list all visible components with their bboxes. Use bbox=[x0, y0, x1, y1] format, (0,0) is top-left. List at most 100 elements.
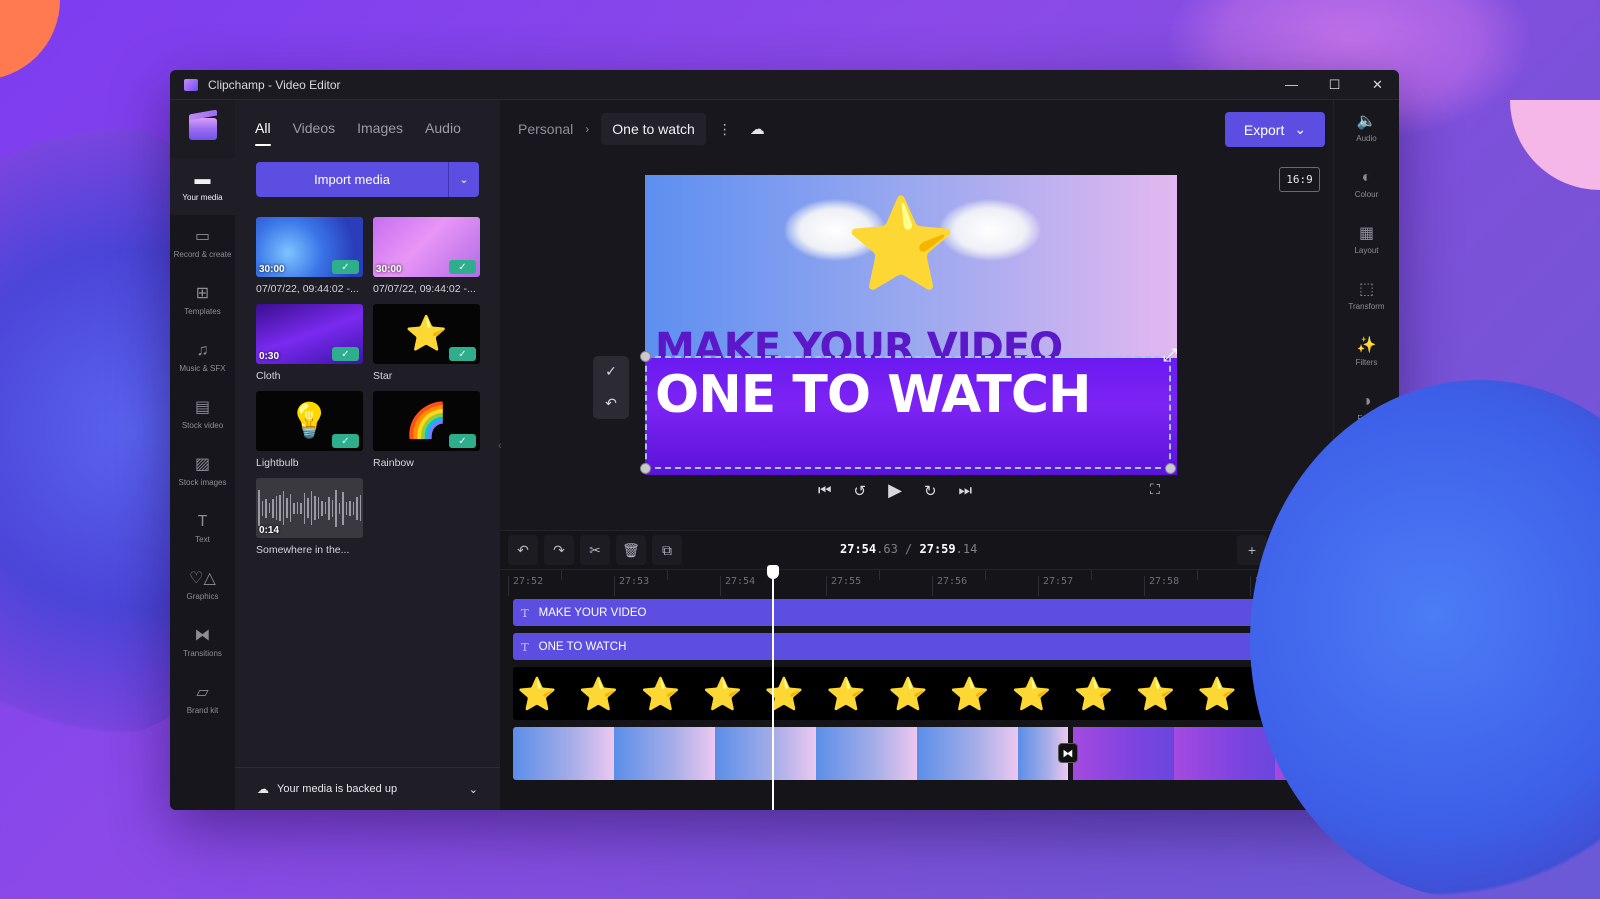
duplicate-button[interactable]: ⧉ bbox=[652, 535, 682, 565]
import-media-group: Import media ⌄ bbox=[256, 162, 479, 197]
rail-item-your-media[interactable]: ▬ Your media bbox=[170, 158, 235, 215]
media-panel: All Videos Images Audio Import media ⌄ 3… bbox=[235, 100, 500, 810]
resize-arrow-icon[interactable]: ⤢ bbox=[1163, 345, 1177, 366]
rail-item-stock-images[interactable]: ▨ Stock images bbox=[170, 443, 235, 500]
property-filters[interactable]: ✨ Filters bbox=[1334, 324, 1399, 380]
export-button[interactable]: Export ⌄ bbox=[1225, 112, 1325, 147]
aspect-ratio-button[interactable]: 16:9 bbox=[1279, 167, 1320, 192]
tab-all[interactable]: All bbox=[255, 120, 271, 146]
collapse-panel-icon[interactable]: ‹ bbox=[498, 440, 502, 452]
chevron-down-icon: ⌄ bbox=[1294, 121, 1307, 137]
media-item[interactable]: 30:00 ✓ 07/07/22, 09:44:02 -... bbox=[373, 217, 480, 304]
tick-label: 27:57 bbox=[1038, 576, 1073, 596]
sticker-thumbnail: 💡 bbox=[288, 402, 331, 440]
preview-headline-2[interactable]: ONE TO WATCH bbox=[655, 365, 1092, 425]
minor-tick bbox=[985, 570, 986, 580]
breadcrumb-personal[interactable]: Personal bbox=[518, 121, 573, 137]
more-options-icon[interactable]: ⋮ bbox=[718, 121, 732, 138]
rail-item-transitions[interactable]: ⧓ Transitions bbox=[170, 614, 235, 671]
time-ruler[interactable]: 27:5227:5327:5427:5527:5627:5727:582 bbox=[500, 569, 1333, 597]
media-item[interactable]: 💡 ✓ Lightbulb bbox=[256, 391, 363, 478]
tick-label: 27:58 bbox=[1144, 576, 1179, 596]
rail-item-record-create[interactable]: ▭ Record & create bbox=[170, 215, 235, 272]
star-frame: ⭐ bbox=[1135, 675, 1176, 712]
undo-button[interactable]: ↶ bbox=[508, 535, 538, 565]
export-label: Export bbox=[1243, 121, 1285, 138]
rail-item-label: Stock video bbox=[181, 420, 224, 430]
media-item[interactable]: 🌈 ✓ Rainbow bbox=[373, 391, 480, 478]
sticker-track-clip[interactable]: ⭐⭐⭐⭐⭐⭐⭐⭐⭐⭐⭐⭐⭐⭐ bbox=[513, 667, 1333, 720]
tick-label: 27:54 bbox=[720, 576, 755, 596]
rail-item-label: Text bbox=[195, 534, 210, 544]
timecode: 27:54.63 / 27:59.14 bbox=[840, 542, 978, 556]
import-options-dropdown[interactable]: ⌄ bbox=[448, 162, 479, 197]
maximize-button[interactable]: ☐ bbox=[1313, 70, 1356, 99]
media-item[interactable]: 30:00 ✓ 07/07/22, 09:44:02 -... bbox=[256, 217, 363, 304]
shapes-icon: ♡△ bbox=[189, 569, 216, 587]
import-media-button[interactable]: Import media bbox=[256, 162, 448, 197]
music-icon: ♫ bbox=[196, 341, 209, 359]
media-item[interactable]: 0:30 ✓ Cloth bbox=[256, 304, 363, 391]
rail-item-label: Templates bbox=[184, 306, 221, 316]
rail-item-brand-kit[interactable]: ▱ Brand kit bbox=[170, 671, 235, 728]
split-button[interactable]: ✂ bbox=[580, 535, 610, 565]
media-name: Star bbox=[373, 370, 393, 382]
text-track-clip[interactable]: T ONE TO WATCH bbox=[513, 633, 1333, 660]
redo-button[interactable]: ↷ bbox=[544, 535, 574, 565]
rail-item-text[interactable]: T Text bbox=[170, 500, 235, 557]
chevron-right-icon: › bbox=[585, 122, 590, 136]
delete-button[interactable]: 🗑 bbox=[616, 535, 646, 565]
rail-item-music-sfx[interactable]: ♫ Music & SFX bbox=[170, 329, 235, 386]
play-icon[interactable]: ▶ bbox=[888, 480, 902, 501]
undo-icon[interactable]: ↶ bbox=[605, 395, 617, 412]
rewind-5s-icon[interactable]: ↺ bbox=[854, 482, 867, 500]
transition-icon: ⧓ bbox=[194, 626, 211, 644]
resize-handle[interactable] bbox=[1165, 463, 1176, 474]
playhead-handle[interactable] bbox=[767, 565, 779, 579]
background-decoration bbox=[0, 0, 60, 80]
added-check-icon: ✓ bbox=[332, 260, 359, 274]
logo[interactable] bbox=[170, 100, 235, 158]
star-sticker[interactable]: ⭐ bbox=[845, 195, 957, 295]
property-audio[interactable]: 🔈 Audio bbox=[1334, 100, 1399, 156]
backup-status-bar: ☁ Your media is backed up ⌄ bbox=[235, 767, 500, 810]
star-frame: ⭐ bbox=[640, 675, 681, 712]
minimize-button[interactable]: — bbox=[1270, 70, 1313, 99]
confirm-icon[interactable]: ✓ bbox=[605, 363, 617, 380]
media-item[interactable]: ⭐ ✓ Star bbox=[373, 304, 480, 391]
playback-controls: ⏮ ↺ ▶ ↻ ⏭ bbox=[818, 480, 972, 501]
property-layout[interactable]: ▦ Layout bbox=[1334, 212, 1399, 268]
video-preview[interactable]: ⭐ MAKE YOUR VIDEO ONE TO WATCH bbox=[645, 175, 1177, 475]
transition-icon[interactable]: ⧓ bbox=[1058, 743, 1078, 763]
property-transform[interactable]: ⬚ Transform bbox=[1334, 268, 1399, 324]
rail-item-graphics[interactable]: ♡△ Graphics bbox=[170, 557, 235, 614]
rail-item-stock-video[interactable]: ▤ Stock video bbox=[170, 386, 235, 443]
tab-videos[interactable]: Videos bbox=[293, 120, 336, 144]
chevron-down-icon[interactable]: ⌄ bbox=[469, 783, 478, 796]
property-colour[interactable]: ◐ Colour bbox=[1334, 156, 1399, 212]
forward-5s-icon[interactable]: ↻ bbox=[924, 482, 937, 500]
rail-item-label: Brand kit bbox=[186, 705, 219, 715]
tab-images[interactable]: Images bbox=[357, 120, 403, 144]
cloud-sync-icon[interactable]: ☁ bbox=[750, 120, 765, 138]
project-name-field[interactable]: One to watch bbox=[601, 113, 706, 145]
text-track-clip[interactable]: T MAKE YOUR VIDEO bbox=[513, 599, 1333, 626]
skip-back-icon[interactable]: ⏮ bbox=[818, 482, 832, 499]
rail-item-templates[interactable]: ⊞ Templates bbox=[170, 272, 235, 329]
close-button[interactable]: ✕ bbox=[1356, 70, 1399, 99]
resize-handle[interactable] bbox=[640, 463, 651, 474]
timeline: ↶↷✂🗑⧉ 27:54.63 / 27:59.14 + − 27:5227:53… bbox=[500, 530, 1333, 810]
image-icon: ▨ bbox=[194, 455, 211, 473]
tab-audio[interactable]: Audio bbox=[425, 120, 461, 144]
star-frame: ⭐ bbox=[1197, 675, 1238, 712]
media-thumbnail: 🌈 ✓ bbox=[373, 391, 480, 451]
media-item[interactable]: 0:14 Somewhere in the... bbox=[256, 478, 363, 565]
media-name: Cloth bbox=[256, 370, 281, 382]
skip-forward-icon[interactable]: ⏭ bbox=[959, 482, 973, 499]
fullscreen-icon[interactable]: ⛶ bbox=[1150, 481, 1160, 498]
video-track[interactable] bbox=[513, 727, 1333, 780]
video-frame bbox=[1073, 727, 1174, 780]
sticker-thumbnail: 🌈 bbox=[405, 402, 448, 440]
minor-tick bbox=[879, 570, 880, 580]
resize-handle[interactable] bbox=[640, 351, 651, 362]
